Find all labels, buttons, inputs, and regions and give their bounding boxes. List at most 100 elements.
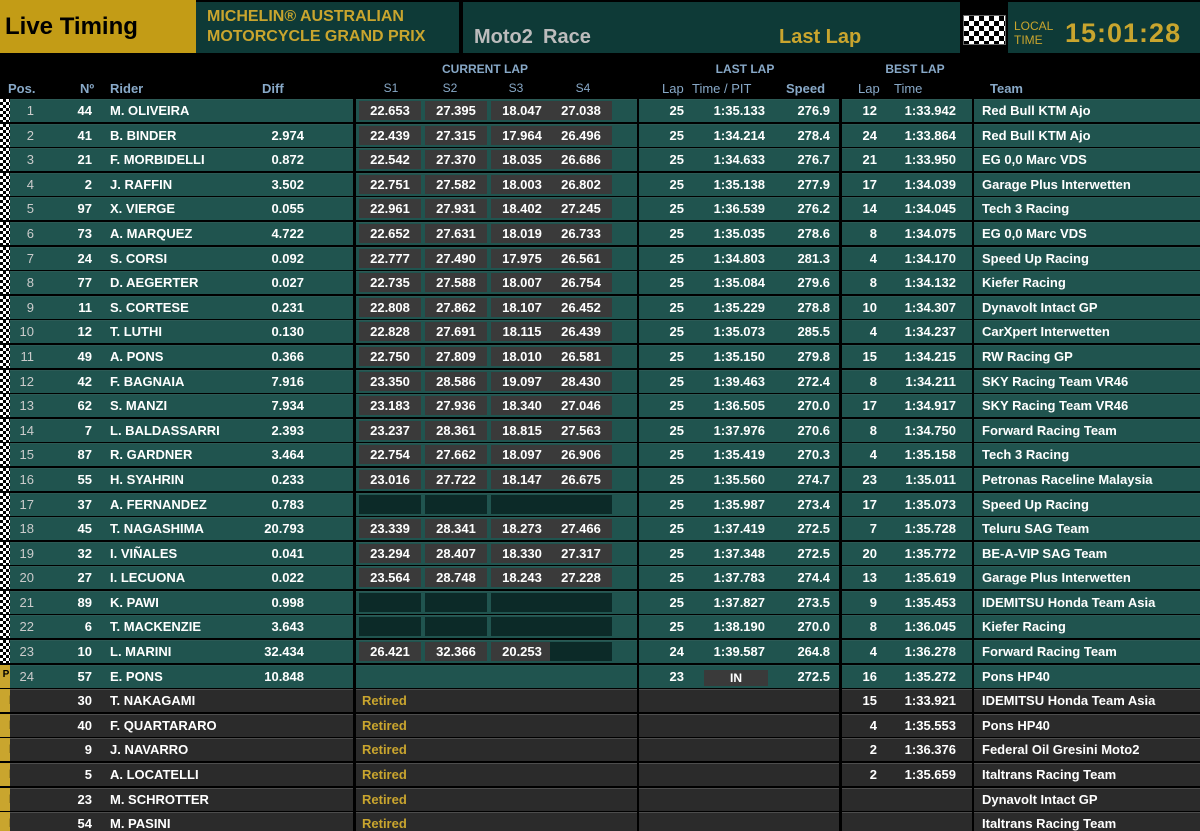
sector-2-time: 28.361 [425,420,487,440]
speed: 278.4 [797,127,830,143]
last-lap-number: 25 [669,496,684,512]
table-row[interactable]: 19 32 I. VIÑALES 0.041 23.294 28.407 18.330 27.… [0,541,1200,566]
team-name: Italtrans Racing Team [982,816,1117,831]
table-row[interactable]: 16 55 H. SYAHRIN 0.233 23.016 27.722 18.147 26.… [0,467,1200,492]
rider-number: 89 [77,594,92,610]
table-row[interactable]: RT40F. QUARTARARORetired41:35.553Pons HP… [0,713,1200,738]
table-row[interactable]: RT23M. SCHROTTERRetiredDynavolt Intact G… [0,787,1200,812]
position: 19 [19,545,34,561]
team-name: EG 0,0 Marc VDS [982,152,1087,168]
top-bar: Live Timing MICHELIN® AUSTRALIAN MOTORCY… [0,0,1200,57]
sector-2-time: 27.582 [425,174,487,194]
best-lap-time: 1:34.237 [904,324,956,340]
sector-2-time [425,592,487,612]
table-row[interactable]: 5 97 X. VIERGE 0.055 22.961 27.931 18.402 27.24… [0,196,1200,221]
table-row[interactable]: 18 45 T. NAGASHIMA 20.793 23.339 28.341 18.273… [0,516,1200,541]
table-row[interactable]: 17 37 A. FERNANDEZ 0.783 25 1:35.987 273.4 17 1:… [0,492,1200,517]
table-row[interactable]: 1 44 M. OLIVEIRA 22.653 27.395 18.047 27.038 25… [0,98,1200,123]
position: 17 [19,496,34,512]
best-lap-number: 4 [869,717,877,733]
table-row[interactable]: 15 87 R. GARDNER 3.464 22.754 27.662 18.097 26.… [0,442,1200,467]
best-lap-number: 8 [869,619,877,635]
best-lap-time: 1:35.553 [904,717,956,733]
last-lap-number: 25 [669,299,684,315]
sector-3-time: 18.003 [491,174,553,194]
rider-name: T. LUTHI [110,324,162,340]
table-row[interactable]: 7 24 S. CORSI 0.092 22.777 27.490 17.975 26.561… [0,246,1200,271]
table-row[interactable]: 12 42 F. BAGNAIA 7.916 23.350 28.586 19.097 28.… [0,369,1200,394]
sector-2-time: 27.490 [425,248,487,268]
sector-2-time [425,494,487,514]
sector-4-time: 26.733 [550,223,612,243]
current-lap-cell [356,664,637,688]
table-row[interactable]: 11 49 A. PONS 0.366 22.750 27.809 18.010 26.581… [0,344,1200,369]
position: 21 [19,594,34,610]
last-lap-time: 1:35.084 [713,275,765,291]
sector-2-time: 27.315 [425,125,487,145]
sector-4-time: 27.563 [550,420,612,440]
retired-status: Retired [362,717,407,733]
rider-number: 27 [77,570,92,586]
last-lap-number: 25 [669,324,684,340]
team-name: Kiefer Racing [982,619,1066,635]
last-lap-number: 25 [669,127,684,143]
team-name: Kiefer Racing [982,275,1066,291]
header-rider: Rider [110,81,144,96]
table-row[interactable]: 9 11 S. CORTESE 0.231 22.808 27.862 18.107 26.4… [0,295,1200,320]
table-row[interactable]: 13 62 S. MANZI 7.934 23.183 27.936 18.340 27.04… [0,393,1200,418]
last-lap-number: 25 [669,521,684,537]
table-row[interactable]: 22 6 T. MACKENZIE 3.643 25 1:38.190 270.0 8 1:36… [0,614,1200,639]
header-diff: Diff [262,81,284,96]
table-row[interactable]: 14 7 L. BALDASSARRI 2.393 23.237 28.361 18.815… [0,418,1200,443]
rider-name: M. PASINI [110,816,171,831]
header-s3: S3 [508,81,524,95]
checkered-flag-icon [0,566,10,590]
rider-number: 49 [77,348,92,364]
table-row[interactable]: RT54M. PASINIRetiredItaltrans Racing Tea… [0,811,1200,831]
table-row[interactable]: 3 21 F. MORBIDELLI 0.872 22.542 27.370 18.035 2… [0,147,1200,172]
table-row[interactable]: 20 27 I. LECUONA 0.022 23.564 28.748 18.243 27.… [0,565,1200,590]
last-lap-number: 24 [669,644,684,660]
table-row[interactable]: RT9J. NAVARRORetired21:36.376Federal Oil… [0,737,1200,762]
sector-1-time: 23.016 [359,469,421,489]
header-s1: S1 [383,81,399,95]
table-row[interactable]: 8 77 D. AEGERTER 0.027 22.735 27.588 18.007 26.… [0,270,1200,295]
sector-2-time: 27.691 [425,322,487,342]
team-name: RW Racing GP [982,348,1073,364]
checkered-flag-icon [0,492,10,516]
table-row[interactable]: 10 12 T. LUTHI 0.130 22.828 27.691 18.115 26.43… [0,319,1200,344]
table-row[interactable]: 2 41 B. BINDER 2.974 22.439 27.315 17.964 26.49… [0,123,1200,148]
last-lap-number: 25 [669,250,684,266]
best-lap-number: 4 [869,324,877,340]
sector-3-time: 18.035 [491,150,553,170]
table-row[interactable]: 4 2 J. RAFFIN 3.502 22.751 27.582 18.003 26.802… [0,172,1200,197]
header-s2: S2 [442,81,458,95]
rider-number: 24 [77,250,92,266]
table-row[interactable]: P 24 57 E. PONS 10.848 23 IN 272.5 16 1:35.272 Pon… [0,664,1200,689]
table-row[interactable]: 23 10 L. MARINI 32.434 26.421 32.366 20.253 24 1… [0,639,1200,664]
gap-diff: 0.130 [271,324,304,340]
header-last-lap: LAST LAP [715,62,775,76]
sector-4-time: 26.675 [550,469,612,489]
rider-name: F. MORBIDELLI [110,152,205,168]
last-lap-number: 25 [669,619,684,635]
last-lap-time: 1:35.150 [713,348,765,364]
checkered-flag-icon [0,271,10,295]
table-row[interactable]: 21 89 K. PAWI 0.998 25 1:37.827 273.5 9 1:35.453… [0,590,1200,615]
best-lap-number: 20 [862,545,877,561]
best-lap-time: 1:34.075 [904,225,956,241]
header-num: Nº [80,81,95,96]
best-lap-time: 1:33.864 [904,127,956,143]
sector-4-time: 26.802 [550,174,612,194]
team-name: Italtrans Racing Team [982,767,1117,783]
last-lap-cell [639,787,839,811]
timing-table: 1 44 M. OLIVEIRA 22.653 27.395 18.047 27.038 25… [0,98,1200,831]
header-speed: Speed [786,81,826,96]
gap-diff: 7.934 [271,398,304,414]
rider-number: 30 [77,693,92,709]
table-row[interactable]: 6 73 A. MARQUEZ 4.722 22.652 27.631 18.019 26.7… [0,221,1200,246]
table-row[interactable]: RT5A. LOCATELLIRetired21:35.659Italtrans… [0,762,1200,787]
best-lap-time: 1:33.942 [904,103,956,118]
team-name: Speed Up Racing [982,496,1089,512]
table-row[interactable]: RT30T. NAKAGAMIRetired151:33.921IDEMITSU… [0,688,1200,713]
